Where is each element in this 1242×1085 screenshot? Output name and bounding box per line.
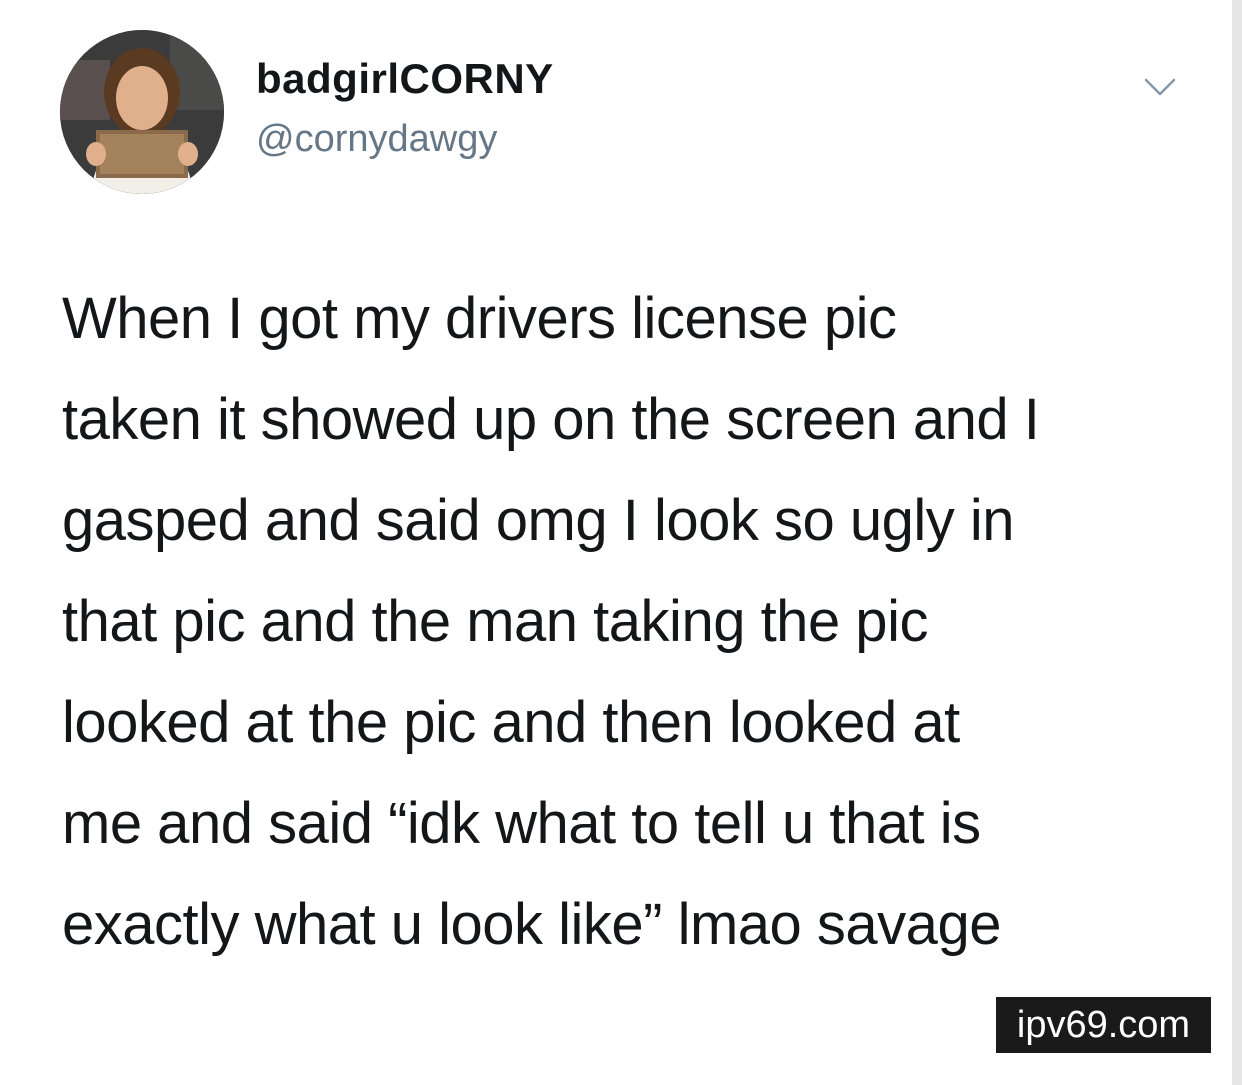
edge-divider [1232, 0, 1242, 1085]
tweet-text-line: exactly what u look like” lmao savage [62, 892, 1001, 957]
display-name[interactable]: badgirlCORNY [256, 55, 554, 103]
tweet-text-line: When I got my drivers license pic [62, 286, 897, 351]
tweet-text: When I got my drivers license pic taken … [62, 268, 1212, 975]
tweet-text-line: that pic and the man taking the pic [62, 589, 928, 654]
tweet-text-line: taken it showed up on the screen and I [62, 387, 1040, 452]
avatar-image [60, 30, 224, 194]
user-handle[interactable]: @cornydawgy [256, 118, 497, 161]
tweet-text-line: looked at the pic and then looked at [62, 690, 960, 755]
avatar[interactable] [60, 30, 224, 194]
chevron-down-icon[interactable] [1140, 72, 1180, 102]
watermark: ipv69.com [996, 997, 1211, 1053]
tweet-card: badgirlCORNY @cornydawgy When I got my d… [0, 0, 1242, 1085]
tweet-text-line: me and said “idk what to tell u that is [62, 791, 981, 856]
tweet-text-line: gasped and said omg I look so ugly in [62, 488, 1015, 553]
